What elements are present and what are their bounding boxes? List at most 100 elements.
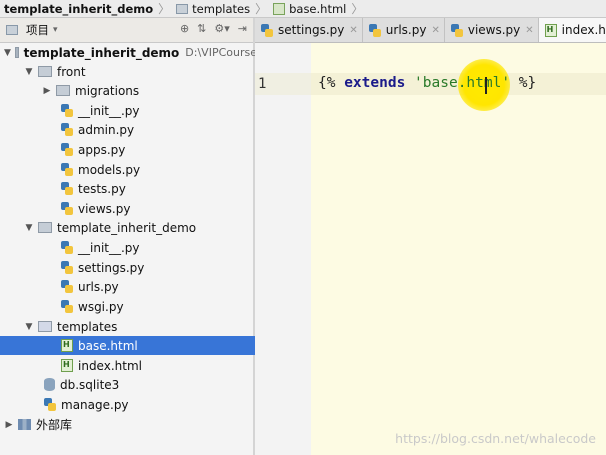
html-file-icon [61,339,73,352]
tree-item-label: tests.py [78,181,126,196]
breadcrumb-project[interactable]: template_inherit_demo [0,2,156,16]
tree-item-package[interactable]: ▼ template_inherit_demo [0,218,277,237]
expanded-arrow-icon[interactable]: ▼ [4,48,11,58]
expanded-arrow-icon[interactable]: ▼ [24,223,34,233]
folder-icon [38,321,52,332]
tree-item-front[interactable]: ▼ front [0,62,277,81]
python-file-icon [61,241,73,254]
editor-tabs: settings.py ✕ urls.py ✕ views.py ✕ index.ht… [255,18,606,43]
tree-item-label: admin.py [78,122,135,137]
database-icon [44,378,55,391]
tree-item-templates[interactable]: ▼ templates [0,317,277,336]
project-panel-title[interactable]: 项目 [26,22,49,38]
tree-item-label: front [57,64,86,79]
folder-icon [38,222,52,233]
breadcrumb-templates[interactable]: templates [172,2,253,16]
tree-item-external-libs[interactable]: ▶ 外部库 [0,415,257,434]
dropdown-icon[interactable]: ▾ [53,25,58,35]
python-file-icon [61,261,73,274]
expanded-arrow-icon[interactable]: ▼ [24,322,34,332]
tree-item-label: __init__.py [78,103,140,118]
breadcrumb-file-label: base.html [289,1,347,16]
python-file-icon [368,23,381,37]
library-icon [18,419,31,430]
project-view-icon [6,25,18,35]
line-number: 1 [258,76,267,92]
python-file-icon [61,163,73,176]
tree-item-label: index.html [78,358,142,373]
chevron-right-icon: 〉 [351,2,364,16]
chevron-right-icon: 〉 [255,2,268,16]
project-folder-icon [14,47,19,58]
tree-root-path: D:\VIPCourse [185,46,257,59]
tree-root-label: template_inherit_demo [23,45,180,60]
template-keyword: extends [344,75,406,91]
tree-item-root[interactable]: ▼ template_inherit_demo D:\VIPCourse [0,43,257,62]
tree-item-label: manage.py [61,397,129,412]
text-caret [485,77,487,94]
template-string: 'base.html' [414,75,511,91]
tree-item-label: migrations [75,83,140,98]
tab-label: views.py [467,23,521,37]
project-panel-header: 项目 ▾ ⊕ ⇅ ⚙▾ ⇥ [0,18,253,43]
python-file-icon [61,182,73,195]
tab-urls[interactable]: urls.py ✕ [362,18,445,42]
tree-item-label: __init__.py [78,240,140,255]
tree-item-label: 外部库 [36,418,73,432]
tree-item-label: views.py [78,201,131,216]
gear-icon[interactable]: ⚙▾ [214,22,229,35]
collapsed-arrow-icon[interactable]: ▶ [42,86,52,96]
folder-icon [56,85,70,96]
python-file-icon [61,104,73,117]
python-file-icon [61,280,73,293]
python-file-icon [261,23,273,37]
collapse-icon[interactable]: ⇅ [197,22,206,35]
breadcrumb-project-label: template_inherit_demo [4,1,154,16]
tree-item-label: template_inherit_demo [57,220,197,235]
python-file-icon [44,398,56,411]
tree-item-label: base.html [78,338,138,353]
python-file-icon [61,300,73,313]
watermark: https://blog.csdn.net/whalecode [395,431,596,446]
tree-item-label: wsgi.py [78,299,124,314]
template-tag-close: %} [510,75,537,91]
chevron-right-icon: 〉 [158,2,171,16]
tab-settings[interactable]: settings.py ✕ [255,18,363,42]
python-file-icon [61,143,73,156]
code-line[interactable]: {% extends 'base.html' %} [318,75,536,91]
code-editor[interactable] [311,43,606,455]
close-icon[interactable]: ✕ [431,25,439,36]
collapsed-arrow-icon[interactable]: ▶ [4,420,14,430]
tree-item-migrations[interactable]: ▶ migrations [0,81,295,100]
folder-icon [38,66,52,77]
html-file-icon [544,23,557,37]
python-file-icon [61,123,73,136]
tab-label: urls.py [385,23,427,37]
project-panel-tools: ⊕ ⇅ ⚙▾ ⇥ [180,22,247,35]
tree-item-label: models.py [78,162,141,177]
project-tree: ▼ template_inherit_demo D:\VIPCourse ▼ f… [0,43,314,455]
breadcrumb-file[interactable]: base.html [269,2,349,16]
close-icon[interactable]: ✕ [525,25,533,36]
python-file-icon [450,23,463,37]
tab-views[interactable]: views.py ✕ [444,18,539,42]
tree-item-label: urls.py [78,279,119,294]
tab-index[interactable]: index.htm [538,18,606,42]
line-number-gutter [255,43,312,455]
close-icon[interactable]: ✕ [349,25,357,36]
template-tag-open: {% [318,75,345,91]
tree-item-label: apps.py [78,142,126,157]
tree-item-file[interactable]: manage.py [0,395,297,414]
breadcrumb: template_inherit_demo 〉 templates 〉 base… [0,0,606,18]
html-file-icon [61,359,73,372]
hide-icon[interactable]: ⇥ [238,22,247,35]
expanded-arrow-icon[interactable]: ▼ [24,67,34,77]
folder-icon [176,3,189,14]
tree-item-label: templates [57,319,118,334]
breadcrumb-templates-label: templates [192,1,251,16]
locate-icon[interactable]: ⊕ [180,22,189,35]
tree-item-file[interactable]: db.sqlite3 [0,375,297,394]
html-file-icon [273,2,286,15]
tree-item-label: settings.py [78,260,145,275]
tab-label: settings.py [278,23,345,37]
